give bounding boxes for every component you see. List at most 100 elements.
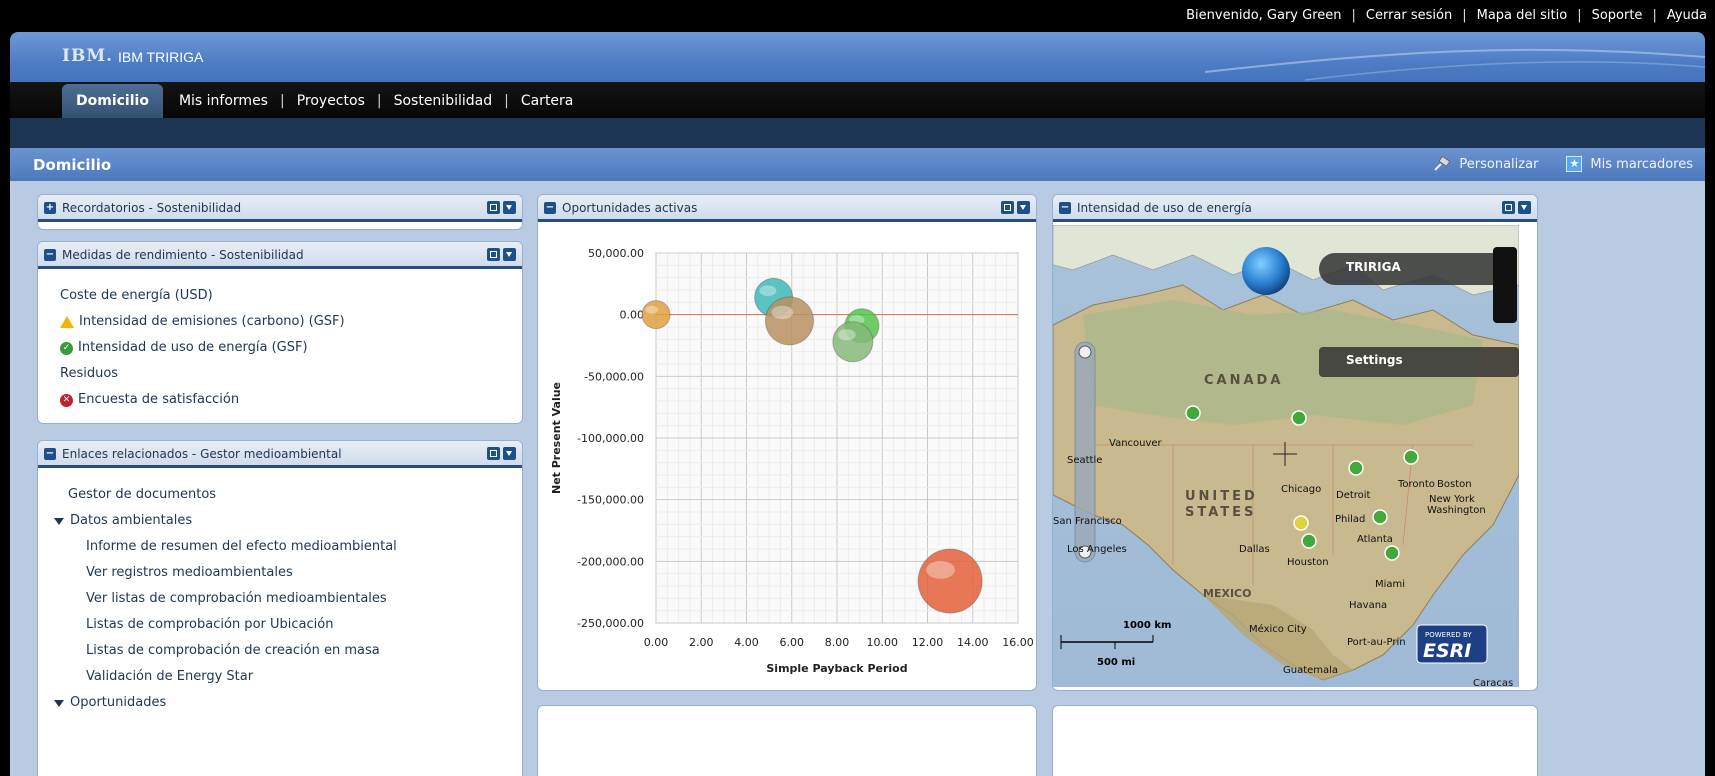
map-pin[interactable] [1403, 449, 1419, 465]
metric-label: Intensidad de emisiones (carbono) (GSF) [79, 314, 345, 329]
city-label: New York [1429, 494, 1475, 505]
page-header: Domicilio Personalizar ★ Mis marcadores [10, 148, 1705, 181]
collapse-icon[interactable]: − [1059, 202, 1071, 214]
collapse-icon[interactable]: − [44, 249, 56, 261]
menu-down-icon[interactable] [1518, 201, 1531, 214]
tab-sostenibilidad[interactable]: Sostenibilidad [394, 84, 493, 118]
menu-down-icon[interactable] [1017, 201, 1030, 214]
bubble-chart: 0.00 2.00 4.00 6.00 8.00 10.00 12.00 14.00 16.00… [538, 225, 1035, 690]
scale-km: 1000 km [1123, 620, 1171, 631]
tririga-button[interactable]: TRIRIGA [1319, 253, 1497, 285]
scale-mi: 500 mi [1097, 657, 1135, 668]
personalize-button[interactable]: Personalizar [1433, 156, 1538, 172]
maximize-icon[interactable] [487, 447, 500, 460]
link-item[interactable]: Validación de Energy Star [68, 664, 522, 690]
link-item[interactable]: Listas de comprobación de creación en ma… [68, 638, 522, 664]
city-label: Detroit [1336, 490, 1371, 501]
portlet-opportunities: − Oportunidades activas 0.00 2.00 4.00 6.00… [537, 194, 1037, 691]
x-tick-label: 6.00 [780, 636, 805, 649]
maximize-icon[interactable] [487, 248, 500, 261]
list-item[interactable]: Residuos [60, 361, 522, 387]
y-tick-label: -100,000.00 [577, 432, 644, 445]
map-svg: CANADA UNITED STATES MEXICO Vancouver Se… [1053, 225, 1519, 687]
menu-down-icon[interactable] [503, 248, 516, 261]
bookmarks-label: Mis marcadores [1590, 156, 1693, 172]
city-label: Boston [1437, 479, 1472, 490]
metric-label: Coste de energía (USD) [60, 288, 213, 303]
group-environmental-data[interactable]: Datos ambientales [54, 508, 522, 534]
map-pin[interactable] [1372, 509, 1388, 525]
map-pin[interactable] [1185, 405, 1201, 421]
support-link[interactable]: Soporte [1592, 8, 1643, 23]
list-item[interactable]: Intensidad de emisiones (carbono) (GSF) [60, 309, 522, 335]
y-tick-label: 0.00 [620, 309, 645, 322]
settings-button[interactable]: Settings [1319, 347, 1519, 377]
tab-mis-informes[interactable]: Mis informes [179, 84, 268, 118]
portlet-performance: − Medidas de rendimiento - Sostenibilida… [37, 241, 523, 424]
link-item[interactable]: Ver registros medioambientales [68, 560, 522, 586]
link-item[interactable]: Informe de resumen del efecto medioambie… [68, 534, 522, 560]
zoom-slider[interactable] [1074, 341, 1096, 563]
portlet-title: Intensidad de uso de energía [1077, 201, 1252, 215]
list-item[interactable]: Coste de energía (USD) [60, 283, 522, 309]
sub-nav-bar [10, 118, 1705, 148]
y-tick-label: 50,000.00 [588, 247, 644, 260]
help-link[interactable]: Ayuda [1667, 8, 1707, 23]
collapse-icon[interactable]: − [544, 202, 556, 214]
portlet-title: Enlaces relacionados - Gestor medioambie… [62, 447, 342, 461]
group-opportunities[interactable]: Oportunidades [54, 690, 522, 716]
map-pin[interactable] [1348, 460, 1364, 476]
utility-bar: Bienvenido, Gary Green | Cerrar sesión |… [0, 0, 1715, 32]
link-item[interactable]: Listas de comprobación por Ubicación [68, 612, 522, 638]
svg-text:POWERED BY: POWERED BY [1425, 631, 1472, 639]
sitemap-link[interactable]: Mapa del sitio [1477, 8, 1568, 23]
menu-down-icon[interactable] [503, 201, 516, 214]
tab-proyectos[interactable]: Proyectos [297, 84, 365, 118]
map-view[interactable]: CANADA UNITED STATES MEXICO Vancouver Se… [1053, 225, 1519, 687]
expand-icon[interactable]: + [44, 202, 56, 214]
svg-text:ESRI: ESRI [1423, 640, 1471, 662]
bookmarks-button[interactable]: ★ Mis marcadores [1566, 156, 1693, 172]
logout-link[interactable]: Cerrar sesión [1366, 8, 1452, 23]
city-label: Los Angeles [1067, 544, 1127, 555]
link-item[interactable]: Ver listas de comprobación medioambienta… [68, 586, 522, 612]
collapse-icon[interactable]: − [44, 448, 56, 460]
portlet-related-links: − Enlaces relacionados - Gestor medioamb… [37, 440, 523, 776]
map-pin[interactable] [1293, 515, 1309, 531]
x-axis-label: Simple Payback Period [766, 662, 907, 675]
label-mexico: MEXICO [1203, 587, 1251, 600]
city-label: Atlanta [1357, 534, 1393, 545]
zoom-in-icon[interactable] [1078, 345, 1092, 359]
error-icon: ✕ [60, 393, 73, 407]
city-label: Philad [1335, 514, 1365, 525]
y-tick-label: -150,000.00 [577, 494, 644, 507]
y-axis-label: Net Present Value [550, 382, 563, 494]
map-pin[interactable] [1384, 545, 1400, 561]
warning-icon [60, 316, 74, 328]
maximize-icon[interactable] [1502, 201, 1515, 214]
metric-label: Residuos [60, 366, 119, 381]
label-states: STATES [1185, 505, 1256, 520]
y-tick-label: -200,000.00 [577, 555, 644, 568]
tab-cartera[interactable]: Cartera [521, 84, 574, 118]
city-label: Toronto [1397, 479, 1435, 490]
map-pin[interactable] [1301, 533, 1317, 549]
city-label: Seattle [1067, 455, 1102, 466]
map-pin[interactable] [1291, 410, 1307, 426]
metric-label: Intensidad de uso de energía (GSF) [78, 340, 308, 355]
portlet-title: Recordatorios - Sostenibilidad [62, 201, 242, 215]
menu-down-icon[interactable] [503, 447, 516, 460]
portlet-header: − Oportunidades activas [538, 195, 1036, 222]
map-nav-controls[interactable] [1493, 247, 1517, 323]
link-document-manager[interactable]: Gestor de documentos [68, 482, 522, 508]
list-item[interactable]: ✓ Intensidad de uso de energía (GSF) [60, 335, 522, 361]
maximize-icon[interactable] [487, 201, 500, 214]
portlet-header: + Recordatorios - Sostenibilidad [38, 195, 522, 222]
tab-domicilio[interactable]: Domicilio [62, 84, 163, 118]
x-tick-label: 12.00 [912, 636, 944, 649]
esri-logo: POWERED BY ESRI [1416, 624, 1488, 664]
maximize-icon[interactable] [1001, 201, 1014, 214]
globe-icon[interactable] [1242, 247, 1290, 295]
list-item[interactable]: ✕ Encuesta de satisfacción [60, 387, 522, 413]
chart-svg: 0.00 2.00 4.00 6.00 8.00 10.00 12.00 14.00 16.00… [550, 247, 1034, 675]
